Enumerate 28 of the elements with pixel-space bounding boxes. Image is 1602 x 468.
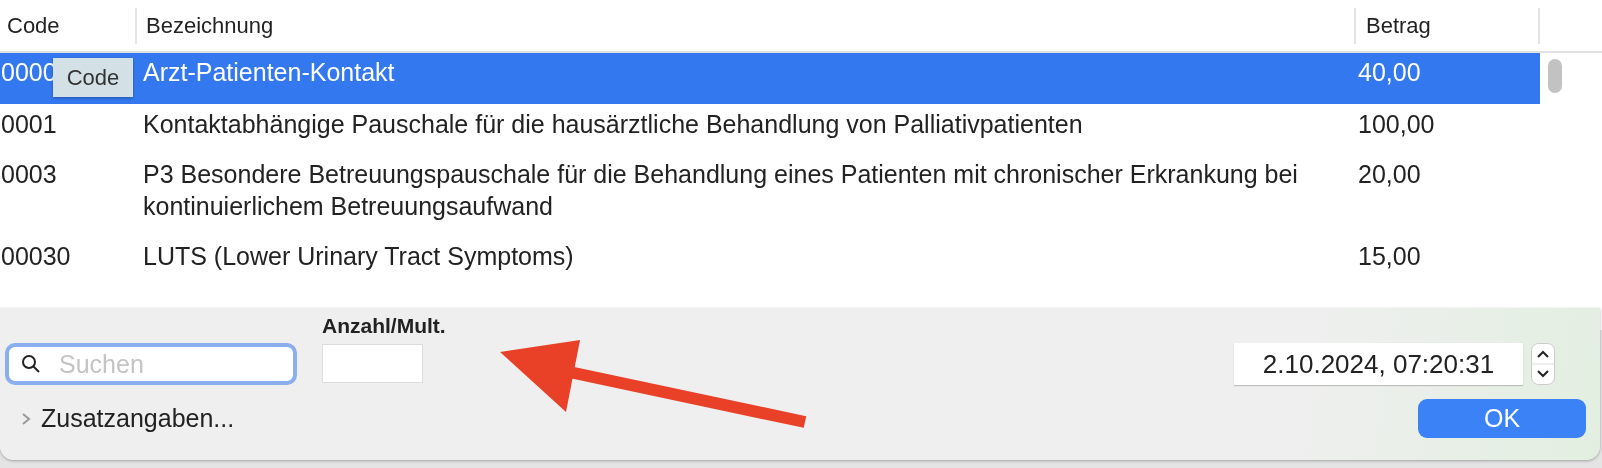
table-row[interactable]: 0003 P3 Besondere Betreuungspauschale für die Behandlung eines Patienten mit chronischer Erkrankung bei kontinuierlichem Betreuungsaufwand 20,00 xyxy=(0,154,1540,236)
date-time-field[interactable]: 2.10.2024, 07:20:31 xyxy=(1234,343,1523,385)
search-icon xyxy=(21,354,41,374)
table-cell-text: 100,00 xyxy=(1357,109,1436,140)
table-cell-text: 20,00 xyxy=(1357,159,1422,190)
table-cell-text: 40,00 xyxy=(1357,57,1422,88)
ok-button[interactable]: OK xyxy=(1418,399,1586,438)
table-cell-text: Arzt-Patienten-Kontakt xyxy=(143,57,396,88)
quantity-field[interactable] xyxy=(322,344,423,383)
quantity-label: Anzahl/Mult. xyxy=(322,314,446,338)
table-cell-text: 15,00 xyxy=(1357,241,1422,272)
stepper-icon[interactable] xyxy=(1531,343,1555,385)
column-header[interactable]: Bezeichnung xyxy=(137,7,1356,44)
table-cell-text: LUTS (Lower Urinary Tract Symptoms) xyxy=(143,241,575,272)
table-cell: 00030 xyxy=(1,242,71,270)
disclosure-toggle[interactable]: Zusatzangaben... xyxy=(5,404,235,433)
table-row[interactable]: 00030 LUTS (Lower Urinary Tract Symptoms) 15,00 xyxy=(0,236,1540,286)
search-field[interactable]: Suchen xyxy=(5,343,297,385)
table-row[interactable]: 0001 Kontaktabhängige Pauschale für die hausärztliche Behandlung von Palliativpatienten 100,00 xyxy=(0,104,1540,154)
table-cell: 0003 xyxy=(1,160,57,188)
scrollbar-thumb[interactable] xyxy=(1548,59,1562,93)
tooltip: Code xyxy=(53,58,133,97)
column-header[interactable]: Betrag xyxy=(1356,7,1540,44)
table-cell-text: P3 Besondere Betreuungspauschale für die Behandlung eines Patienten mit chronischer Erkrankung bei kontinuierlichem Betreuungsaufwand xyxy=(143,159,1299,222)
table-cell-text: Kontaktabhängige Pauschale für die hausärztliche Behandlung von Palliativpatienten xyxy=(143,109,1084,140)
table-cell: 0001 xyxy=(1,110,57,138)
chevron-icon xyxy=(21,411,31,426)
column-header[interactable]: Code xyxy=(0,7,137,44)
